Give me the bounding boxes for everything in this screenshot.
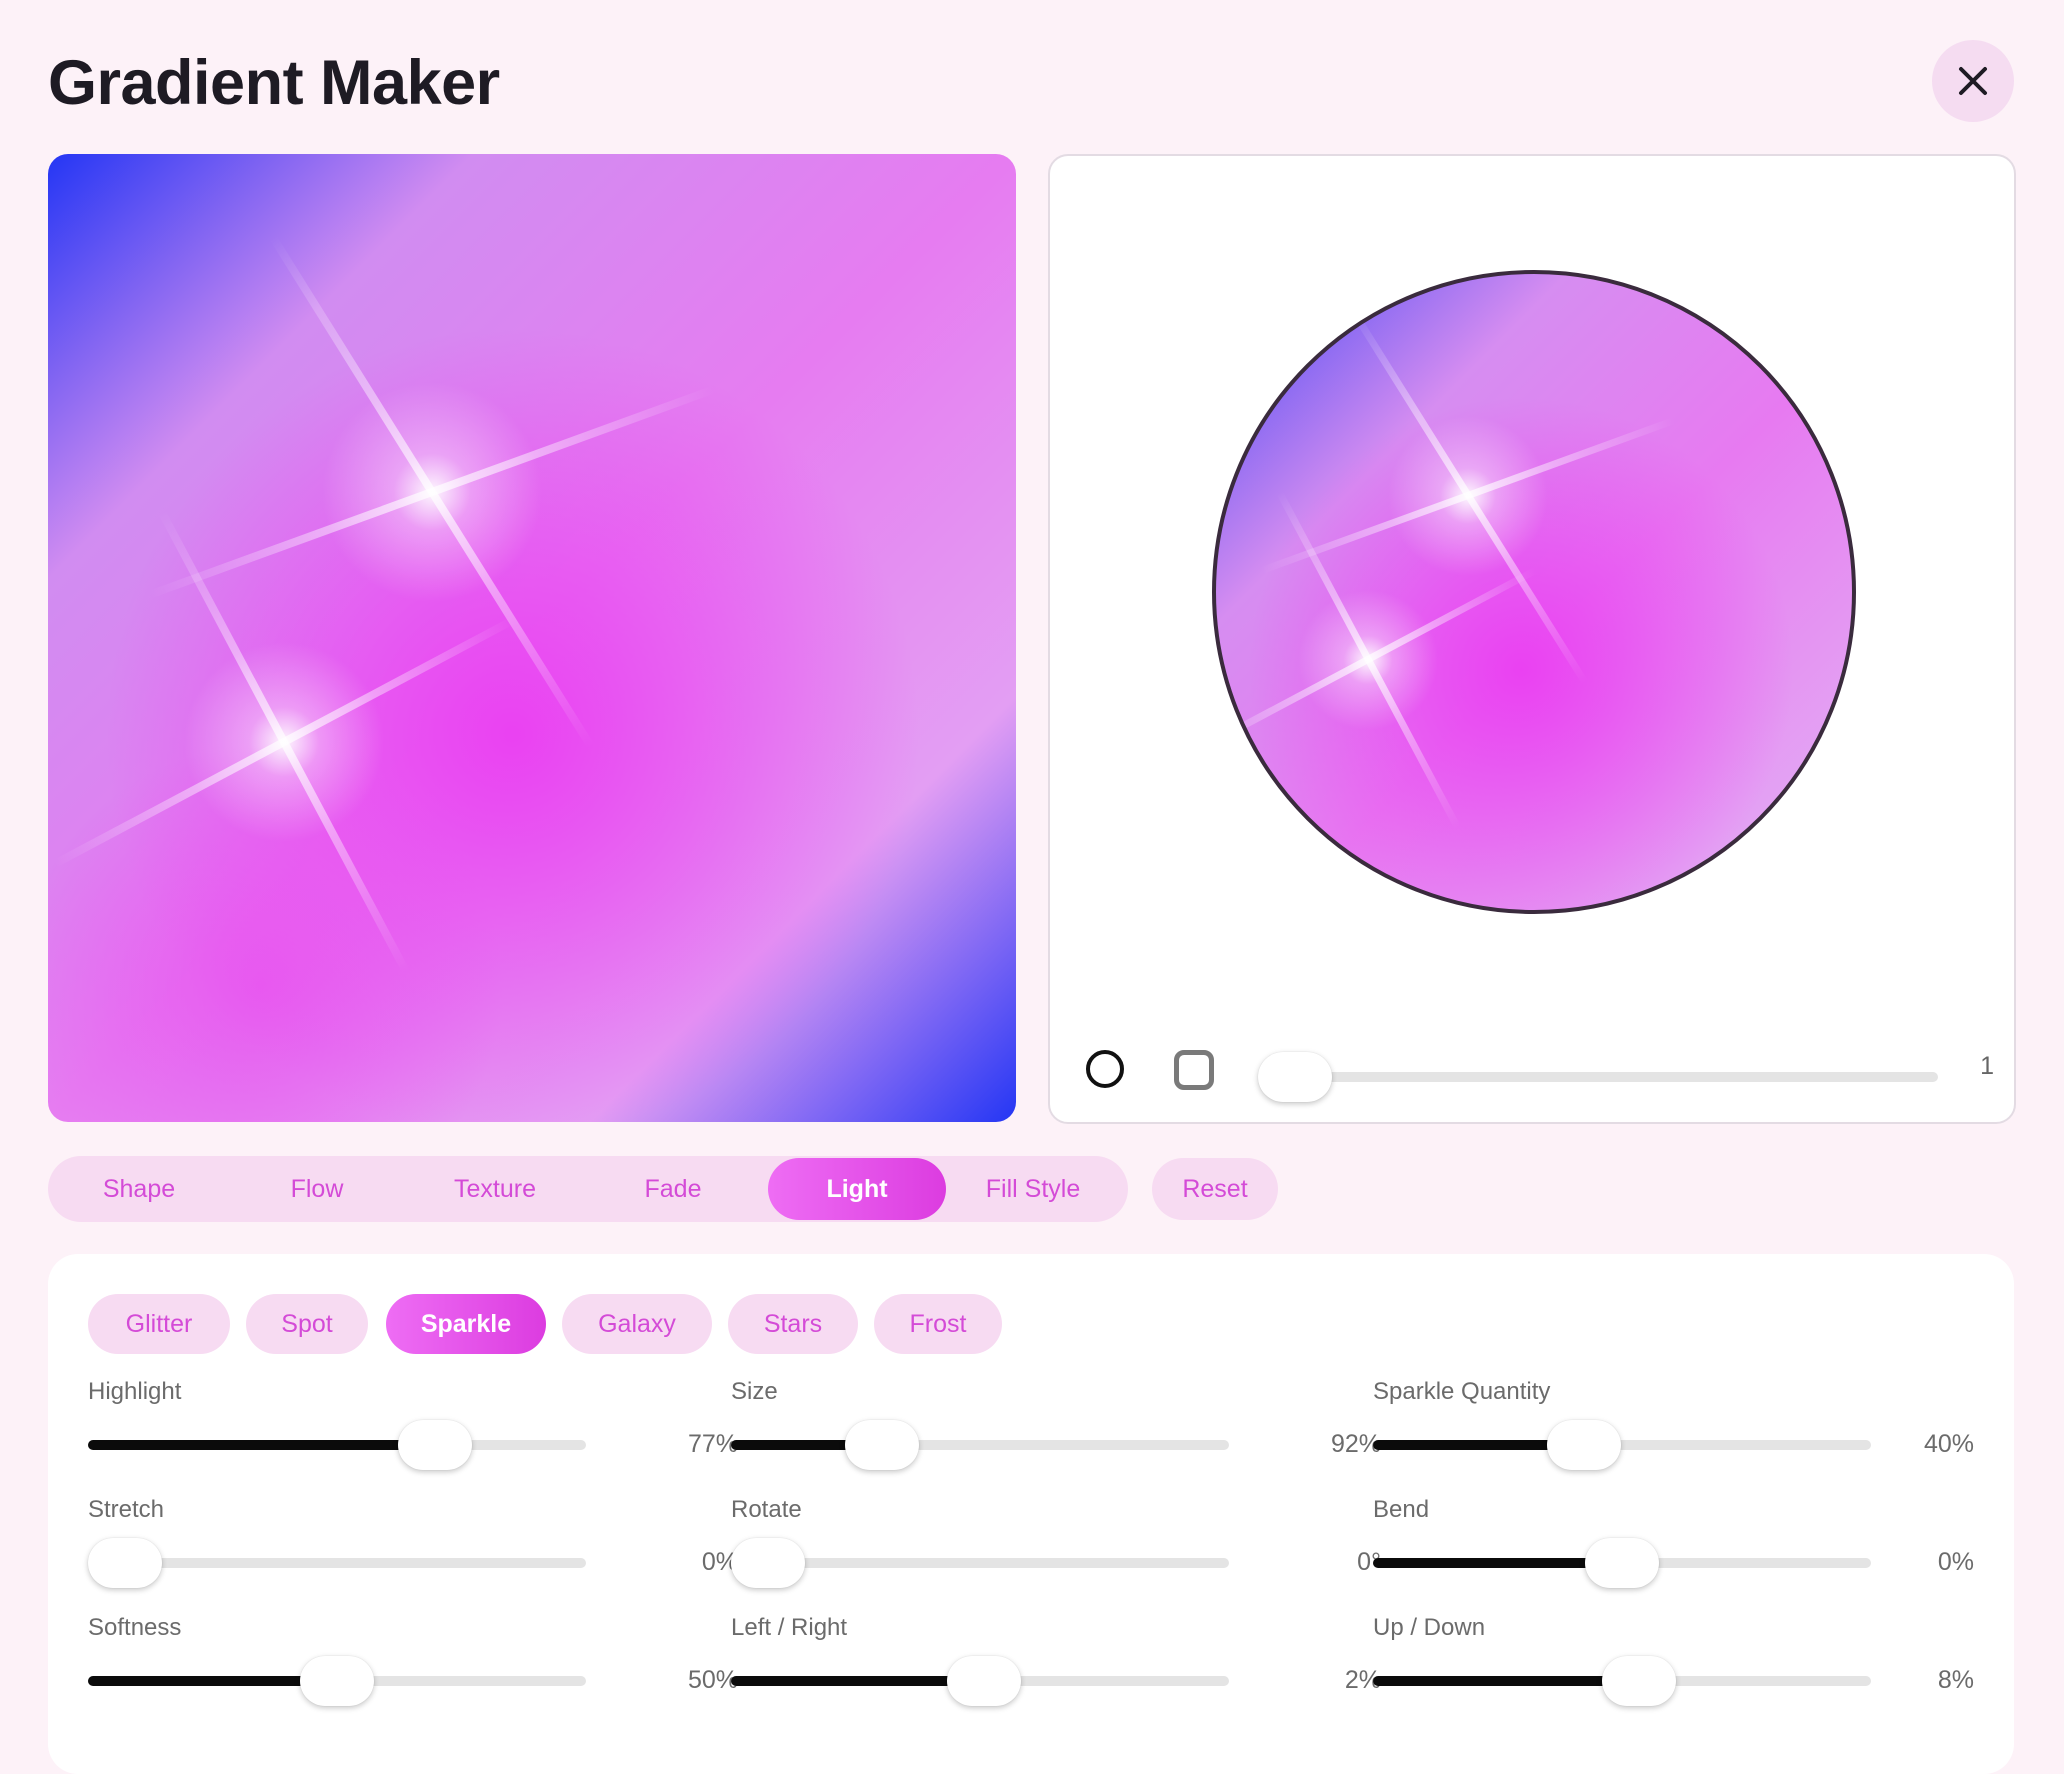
- slider-thumb[interactable]: [88, 1538, 162, 1588]
- highlight-slider[interactable]: [88, 1420, 586, 1470]
- slider-track: [731, 1558, 1229, 1568]
- stretch-slider[interactable]: [88, 1538, 586, 1588]
- stretch-label: Stretch: [88, 1496, 165, 1523]
- slider-fill: [731, 1676, 985, 1686]
- stretch-value: 0%: [701, 1548, 738, 1576]
- effect-chip-galaxy[interactable]: Galaxy: [562, 1294, 712, 1354]
- slider-fill: [1373, 1676, 1639, 1686]
- sparkle-quantity-value: 40%: [1923, 1430, 1974, 1458]
- highlight-label: Highlight: [88, 1378, 182, 1405]
- bend-slider[interactable]: [1373, 1538, 1871, 1588]
- slider-thumb[interactable]: [1585, 1538, 1659, 1588]
- tab-shape[interactable]: Shape: [50, 1158, 228, 1220]
- tab-flow[interactable]: Flow: [228, 1158, 406, 1220]
- close-button[interactable]: [1932, 40, 2014, 122]
- effect-chip-sparkle[interactable]: Sparkle: [386, 1294, 546, 1354]
- slider-thumb[interactable]: [1258, 1052, 1332, 1102]
- rotate-label: Rotate: [731, 1496, 802, 1523]
- slider-thumb[interactable]: [845, 1420, 920, 1470]
- left-right-value: 2%: [1344, 1666, 1381, 1694]
- sparkle-quantity-label: Sparkle Quantity: [1373, 1378, 1551, 1405]
- up-down-value: 8%: [1937, 1666, 1974, 1694]
- slider-track: [1258, 1072, 1938, 1082]
- circle-preview: [1210, 268, 1858, 916]
- shape-count-value: 1: [1980, 1052, 1994, 1080]
- slider-track: [88, 1558, 586, 1568]
- shape-preview-panel: [1048, 154, 2016, 1124]
- effect-chip-spot[interactable]: Spot: [246, 1294, 368, 1354]
- tab-fade[interactable]: Fade: [584, 1158, 762, 1220]
- rounded-square-shape-icon[interactable]: [1174, 1050, 1214, 1090]
- up-down-slider[interactable]: [1373, 1656, 1871, 1706]
- slider-thumb[interactable]: [397, 1420, 472, 1470]
- left-right-slider[interactable]: [731, 1656, 1229, 1706]
- effect-chip-glitter[interactable]: Glitter: [88, 1294, 230, 1354]
- slider-fill: [88, 1440, 435, 1450]
- size-value: 92%: [1330, 1430, 1381, 1458]
- size-label: Size: [731, 1378, 778, 1405]
- sparkle-quantity-slider[interactable]: [1373, 1420, 1871, 1470]
- tab-fill-style[interactable]: Fill Style: [944, 1158, 1122, 1220]
- rotate-value: 0°: [1357, 1548, 1381, 1576]
- circle-shape-icon[interactable]: [1086, 1050, 1124, 1088]
- rotate-slider[interactable]: [731, 1538, 1229, 1588]
- page-title: Gradient Maker: [48, 48, 500, 118]
- left-right-label: Left / Right: [731, 1614, 848, 1641]
- effect-chip-stars[interactable]: Stars: [728, 1294, 858, 1354]
- slider-thumb[interactable]: [1601, 1656, 1676, 1706]
- up-down-label: Up / Down: [1373, 1614, 1486, 1641]
- softness-label: Softness: [88, 1614, 182, 1641]
- category-tabs: Shape Flow Texture Fade Light Fill Style: [48, 1156, 1128, 1222]
- reset-button[interactable]: Reset: [1152, 1158, 1278, 1220]
- close-icon: [1959, 67, 1987, 95]
- size-slider[interactable]: [731, 1420, 1229, 1470]
- softness-slider[interactable]: [88, 1656, 586, 1706]
- bend-label: Bend: [1373, 1496, 1430, 1523]
- slider-thumb[interactable]: [1546, 1420, 1621, 1470]
- effect-chip-frost[interactable]: Frost: [874, 1294, 1002, 1354]
- shape-count-slider[interactable]: [1258, 1052, 1938, 1102]
- slider-thumb[interactable]: [731, 1538, 805, 1588]
- gradient-preview[interactable]: [48, 154, 1016, 1122]
- slider-thumb[interactable]: [300, 1656, 374, 1706]
- light-settings-panel: Glitter Spot Sparkle Galaxy Stars Frost …: [48, 1254, 2014, 1774]
- highlight-value: 77%: [687, 1430, 738, 1458]
- slider-thumb[interactable]: [947, 1656, 1022, 1706]
- tab-light[interactable]: Light: [768, 1158, 946, 1220]
- tab-texture[interactable]: Texture: [406, 1158, 584, 1220]
- bend-value: 0%: [1937, 1548, 1974, 1576]
- softness-value: 50%: [687, 1666, 738, 1694]
